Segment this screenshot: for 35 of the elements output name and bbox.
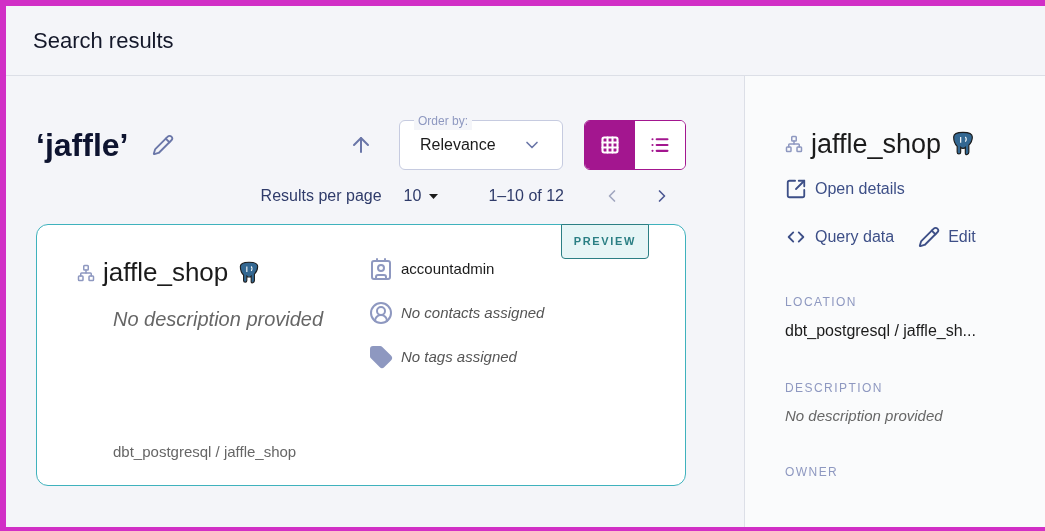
detail-name: jaffle_shop bbox=[811, 128, 942, 161]
page-title: Search results bbox=[33, 27, 174, 55]
section-heading: OWNER bbox=[785, 464, 840, 481]
section-heading: DESCRIPTION bbox=[785, 379, 884, 397]
pencil-icon[interactable] bbox=[152, 134, 175, 156]
pencil-icon bbox=[918, 225, 941, 248]
result-card[interactable]: PREVIEW jaffle_shop No description provided accountadmin No contacts assigned No tags assigned dbt_postgresql / jaffle_shop bbox=[36, 224, 686, 486]
hierarchy-icon bbox=[77, 263, 95, 282]
tag-icon bbox=[369, 345, 393, 369]
tags-text: No tags assigned bbox=[401, 346, 517, 367]
hierarchy-icon bbox=[785, 135, 803, 154]
section-value: No description provided bbox=[785, 405, 944, 426]
grid-icon bbox=[600, 135, 620, 155]
search-query: ‘jaffle’ bbox=[36, 126, 129, 165]
contacts-text: No contacts assigned bbox=[401, 302, 545, 323]
list-icon bbox=[650, 135, 670, 155]
query-link[interactable]: Query data bbox=[785, 224, 895, 249]
section-value: dbt_postgresql / jaffle_sh... bbox=[785, 320, 977, 341]
user-circle-icon bbox=[369, 301, 393, 325]
per-page-label: Results per page bbox=[260, 186, 382, 206]
grid-view-button[interactable] bbox=[585, 121, 635, 169]
owner-name: accountadmin bbox=[401, 258, 495, 279]
caret-icon bbox=[429, 193, 439, 199]
result-description: No description provided bbox=[113, 307, 325, 332]
id-badge-icon bbox=[369, 257, 393, 281]
per-page-select[interactable]: 10 bbox=[403, 184, 439, 208]
open-link[interactable]: Open details bbox=[785, 176, 1045, 201]
section-heading: LOCATION bbox=[785, 293, 858, 311]
result-path: dbt_postgresql / jaffle_shop bbox=[113, 441, 297, 462]
external-link-icon bbox=[785, 177, 807, 200]
list-view-button[interactable] bbox=[635, 121, 685, 169]
result-name: jaffle_shop bbox=[103, 256, 229, 289]
edit-link[interactable]: Edit bbox=[918, 224, 976, 249]
page-range: 1–10 of 12 bbox=[488, 186, 564, 206]
preview-badge: PREVIEW bbox=[560, 224, 649, 259]
